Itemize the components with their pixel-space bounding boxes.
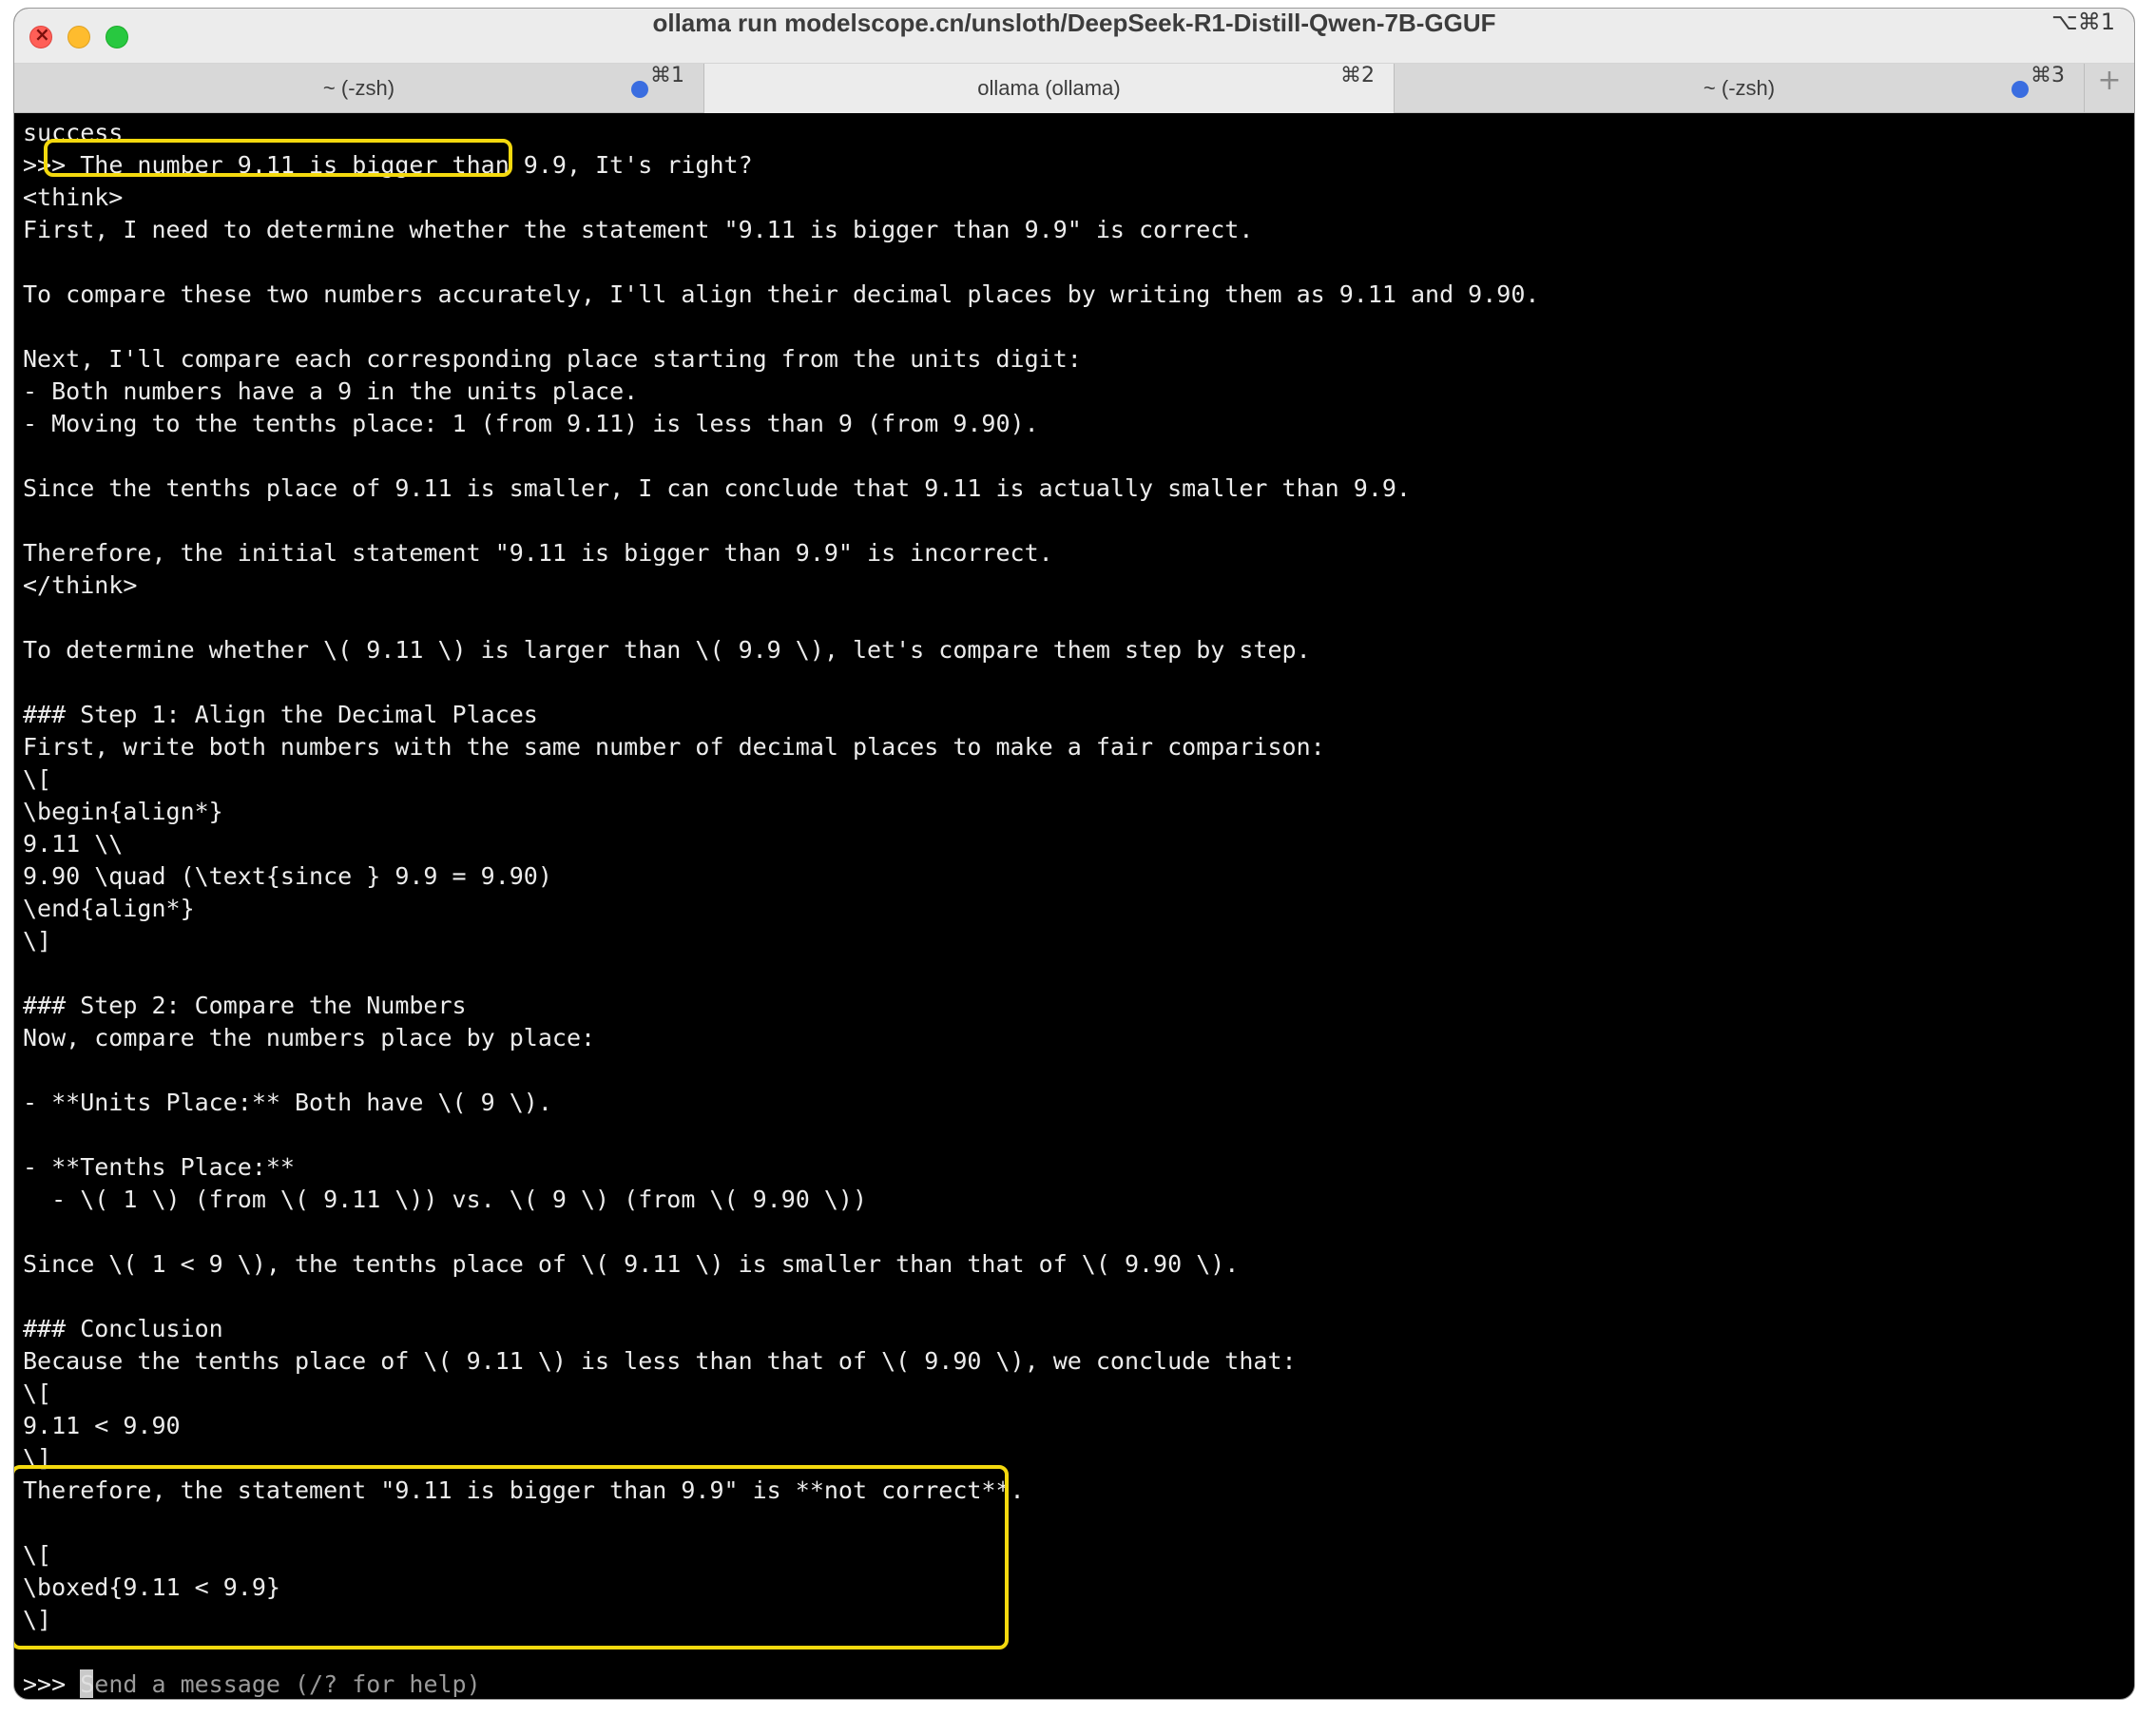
terminal-output[interactable]: success >>> The number 9.11 is bigger th… — [14, 113, 2134, 1699]
tab-bar: ~ (-zsh) ⌘1 ollama (ollama) ⌘2 ~ (-zsh) … — [14, 64, 2134, 113]
response-line: \[ — [23, 765, 52, 793]
activity-dot-icon — [2012, 81, 2029, 98]
response-line: \[ — [23, 1541, 52, 1569]
tab-shortcut: ⌘3 — [2031, 64, 2065, 87]
tab-label: ~ (-zsh) — [322, 76, 395, 100]
response-line: Next, I'll compare each corresponding pl… — [23, 345, 1082, 373]
response-line: Since the tenths place of 9.11 is smalle… — [23, 474, 1411, 502]
response-line: - Moving to the tenths place: 1 (from 9.… — [23, 410, 1039, 437]
new-tab-button[interactable]: + — [2085, 64, 2134, 113]
tab-zsh-1[interactable]: ~ (-zsh) ⌘1 — [14, 64, 704, 113]
response-line — [23, 602, 2134, 634]
response-line — [23, 666, 2134, 699]
title-bar[interactable]: ollama run modelscope.cn/unsloth/DeepSee… — [14, 9, 2134, 64]
response-line: Since \( 1 < 9 \), the tenths place of \… — [23, 1250, 1240, 1278]
response-line — [23, 1507, 2134, 1539]
input-line[interactable]: >>> Send a message (/? for help) — [23, 1669, 2134, 1699]
tab-label: ollama (ollama) — [977, 76, 1121, 100]
response-line: \] — [23, 1444, 52, 1472]
response-line: \[ — [23, 1379, 52, 1407]
tab-label: ~ (-zsh) — [1703, 76, 1776, 100]
response-line — [23, 1636, 2134, 1669]
input-prompt-symbol: >>> — [23, 1670, 67, 1698]
response-line: </think> — [23, 571, 138, 599]
response-line: Therefore, the initial statement "9.11 i… — [23, 539, 1053, 567]
user-question: The number 9.11 is bigger than 9.9, It's… — [80, 151, 753, 179]
model-response: <think> First, I need to determine whethe… — [23, 182, 2134, 1669]
response-line: 9.11 \\ — [23, 830, 124, 858]
response-line: ### Conclusion — [23, 1315, 223, 1342]
prompt-symbol: >>> — [23, 151, 67, 179]
terminal-window: ollama run modelscope.cn/unsloth/DeepSee… — [13, 8, 2135, 1700]
response-line: Now, compare the numbers place by place: — [23, 1024, 596, 1051]
response-line: \] — [23, 927, 52, 955]
response-line: 9.11 < 9.90 — [23, 1412, 181, 1439]
response-line: - Both numbers have a 9 in the units pla… — [23, 377, 639, 405]
user-prompt-line: >>> The number 9.11 is bigger than 9.9, … — [23, 149, 2134, 182]
message-input-placeholder[interactable]: Send a message (/? for help) — [80, 1670, 480, 1698]
response-line: \boxed{9.11 < 9.9} — [23, 1573, 280, 1601]
response-line: \begin{align*} — [23, 798, 223, 825]
response-line: \] — [23, 1606, 52, 1633]
response-line: \end{align*} — [23, 895, 195, 922]
tab-shortcut: ⌘2 — [1340, 64, 1375, 87]
response-line: ### Step 2: Compare the Numbers — [23, 992, 467, 1019]
response-line: Therefore, the statement "9.11 is bigger… — [23, 1476, 1025, 1504]
window-shortcut: ⌥⌘1 — [2051, 9, 2115, 35]
response-line — [23, 246, 2134, 279]
tab-shortcut: ⌘1 — [650, 64, 684, 87]
response-line — [23, 505, 2134, 537]
window-title: ollama run modelscope.cn/unsloth/DeepSee… — [652, 9, 1496, 37]
response-line: - **Units Place:** Both have \( 9 \). — [23, 1089, 552, 1116]
response-line: - \( 1 \) (from \( 9.11 \)) vs. \( 9 \) … — [23, 1186, 868, 1213]
response-line: - **Tenths Place:** — [23, 1153, 295, 1181]
response-line: To compare these two numbers accurately,… — [23, 280, 1540, 308]
response-line — [23, 1216, 2134, 1248]
response-line: First, write both numbers with the same … — [23, 733, 1325, 761]
response-line: <think> — [23, 183, 124, 211]
response-line: ### Step 1: Align the Decimal Places — [23, 701, 538, 728]
response-line — [23, 440, 2134, 473]
tab-zsh-3[interactable]: ~ (-zsh) ⌘3 — [1395, 64, 2085, 113]
response-line — [23, 1054, 2134, 1087]
activity-dot-icon — [631, 81, 648, 98]
tab-ollama[interactable]: ollama (ollama) ⌘2 — [704, 64, 1395, 113]
response-line — [23, 311, 2134, 343]
response-line: 9.90 \quad (\text{since } 9.9 = 9.90) — [23, 862, 552, 890]
response-line — [23, 1281, 2134, 1313]
response-line — [23, 1119, 2134, 1151]
response-line: To determine whether \( 9.11 \) is large… — [23, 636, 1311, 664]
response-line: Because the tenths place of \( 9.11 \) i… — [23, 1347, 1297, 1375]
success-line: success — [23, 119, 124, 146]
response-line — [23, 957, 2134, 990]
response-line: First, I need to determine whether the s… — [23, 216, 1254, 243]
text-cursor — [80, 1669, 94, 1698]
